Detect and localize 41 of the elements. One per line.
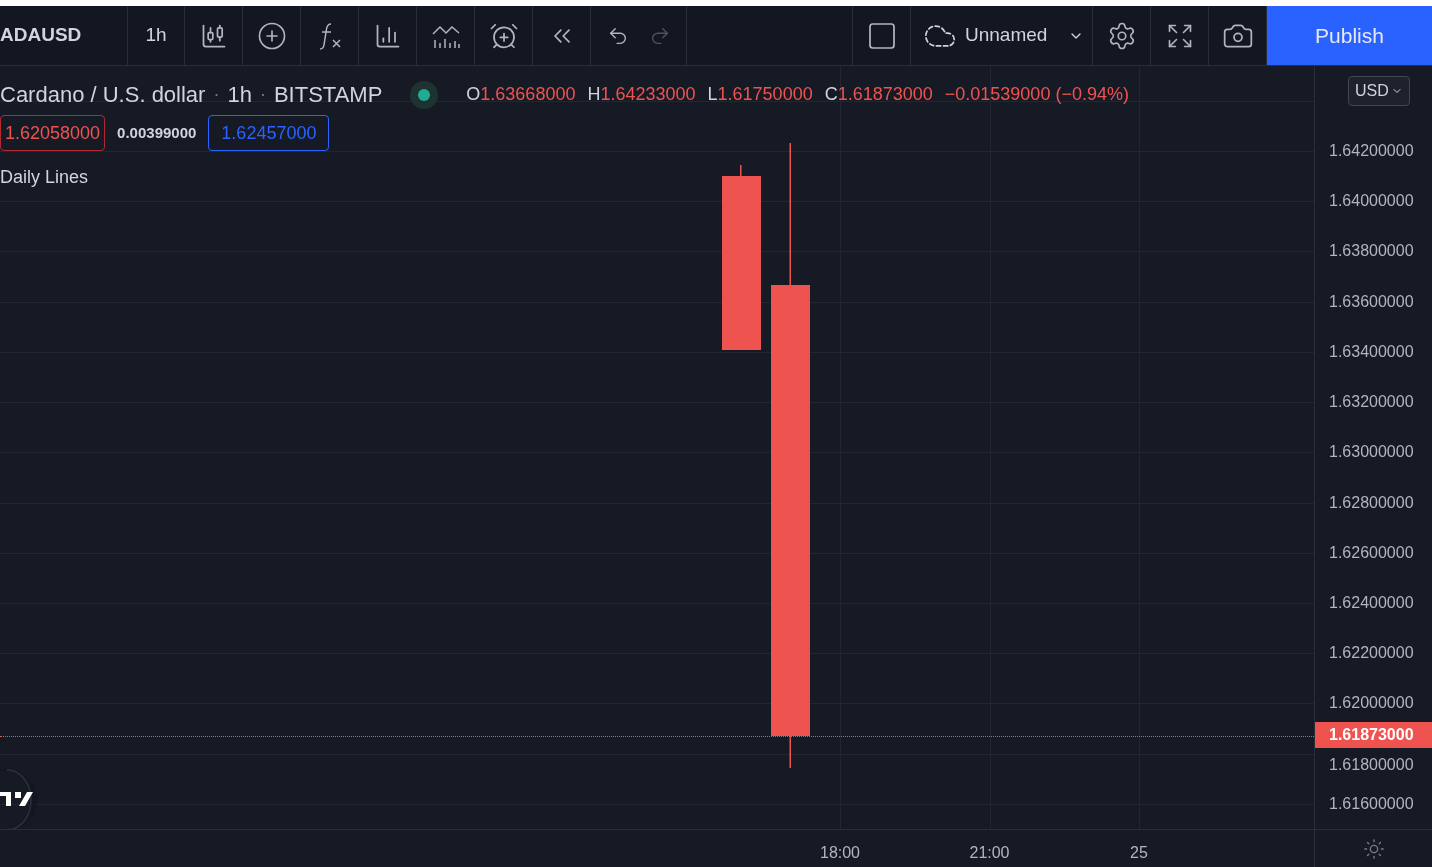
price-label: 1.63400000 (1329, 343, 1414, 360)
price-label: 1.63000000 (1329, 444, 1414, 461)
indicator-label: Daily Lines (0, 166, 89, 189)
ohlc-value: H1.64233000 (587, 83, 696, 106)
ohlc-value: L1.61750000 (707, 83, 813, 106)
sell-button[interactable]: 1.62058000 (0, 115, 106, 151)
currency-button[interactable]: USD (1348, 76, 1410, 106)
time-label: 21:00 (969, 843, 1010, 863)
price-label: 1.63200000 (1329, 394, 1414, 411)
theme-button[interactable] (1362, 837, 1385, 860)
time-label: 25 (1130, 843, 1148, 863)
separator-dot: · (213, 83, 220, 106)
price-label: 1.62600000 (1329, 544, 1414, 561)
price-label: 1.62400000 (1329, 594, 1414, 611)
price-label: 1.64200000 (1329, 143, 1414, 159)
exchange-label: BITSTAMP (273, 81, 383, 109)
price-label: 1.63600000 (1329, 293, 1414, 310)
buy-button[interactable]: 1.62457000 (208, 115, 330, 151)
plus-circle-icon (256, 20, 287, 51)
publish-button[interactable]: Publish (1267, 6, 1432, 65)
sun-icon (1362, 837, 1385, 860)
interval-label: 1h (227, 81, 252, 109)
price-label: 1.61800000 (1329, 756, 1414, 773)
time-label: 18:00 (820, 843, 860, 863)
price-label: 1.63800000 (1329, 243, 1414, 260)
spread-value: 0.00399000 (117, 122, 197, 143)
price-label: 1.62800000 (1329, 494, 1414, 511)
interval-button[interactable]: 1h (128, 6, 185, 65)
separator-dot: · (259, 83, 266, 106)
ohlc-value: O1.63668000 (466, 83, 576, 106)
price-label: 1.62000000 (1329, 695, 1414, 712)
symbol-button[interactable]: ADAUSD (0, 6, 128, 65)
market-status-icon (410, 80, 439, 109)
price-label: 1.61600000 (1329, 795, 1414, 812)
ohlc-value: C1.61873000 (824, 83, 933, 106)
layout-name-button[interactable]: Unnamed (911, 6, 1093, 65)
symbol-title: Cardano / U.S. dollar (0, 81, 206, 109)
price-label: 1.64000000 (1329, 193, 1414, 210)
price-change: −0.01539000 (−0.94%) (944, 83, 1129, 106)
current-price-label: 1.61873000 (1315, 722, 1432, 748)
price-label: 1.62200000 (1329, 645, 1414, 662)
